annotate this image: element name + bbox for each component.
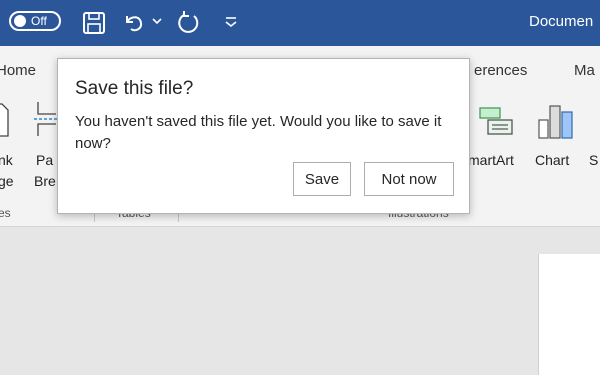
save-file-dialog: Save this file? You haven't saved this f… — [57, 58, 470, 214]
smartart-icon — [479, 107, 513, 135]
page-break-label-line2: Bre — [34, 173, 56, 189]
save-button[interactable]: Save — [293, 162, 351, 196]
redo-icon[interactable] — [175, 9, 203, 37]
tab-mailings[interactable]: Ma — [574, 62, 595, 79]
tab-references[interactable]: erences — [474, 62, 527, 79]
page-break-label-line1: Pa — [36, 152, 54, 168]
save-icon[interactable] — [81, 10, 107, 36]
blank-page-label-line1: nk — [0, 152, 13, 168]
document-canvas — [0, 227, 600, 375]
autosave-toggle[interactable]: Off — [9, 11, 61, 31]
chart-label: Chart — [535, 152, 570, 168]
chevron-down-icon[interactable] — [152, 18, 162, 26]
undo-icon[interactable] — [121, 10, 147, 36]
toggle-knob — [14, 15, 26, 27]
document-page[interactable] — [538, 254, 600, 375]
tab-home[interactable]: Home — [0, 62, 36, 79]
autosave-state-label: Off — [31, 14, 47, 28]
screenshot-label[interactable]: S — [589, 152, 598, 168]
document-title: Documen — [529, 13, 594, 30]
title-bar: Off Documen — [0, 0, 600, 46]
dialog-message: You haven't saved this file yet. Would y… — [75, 113, 442, 152]
dialog-title: Save this file? — [75, 78, 194, 99]
group-label-pages: es — [0, 206, 11, 220]
chart-icon — [538, 105, 573, 139]
not-now-button[interactable]: Not now — [364, 162, 454, 196]
blank-page-icon — [0, 103, 9, 137]
blank-page-label-line2: ge — [0, 173, 14, 189]
smartart-label: martArt — [468, 152, 514, 168]
page-break-icon — [34, 102, 58, 136]
customize-qat-icon[interactable] — [224, 16, 238, 28]
